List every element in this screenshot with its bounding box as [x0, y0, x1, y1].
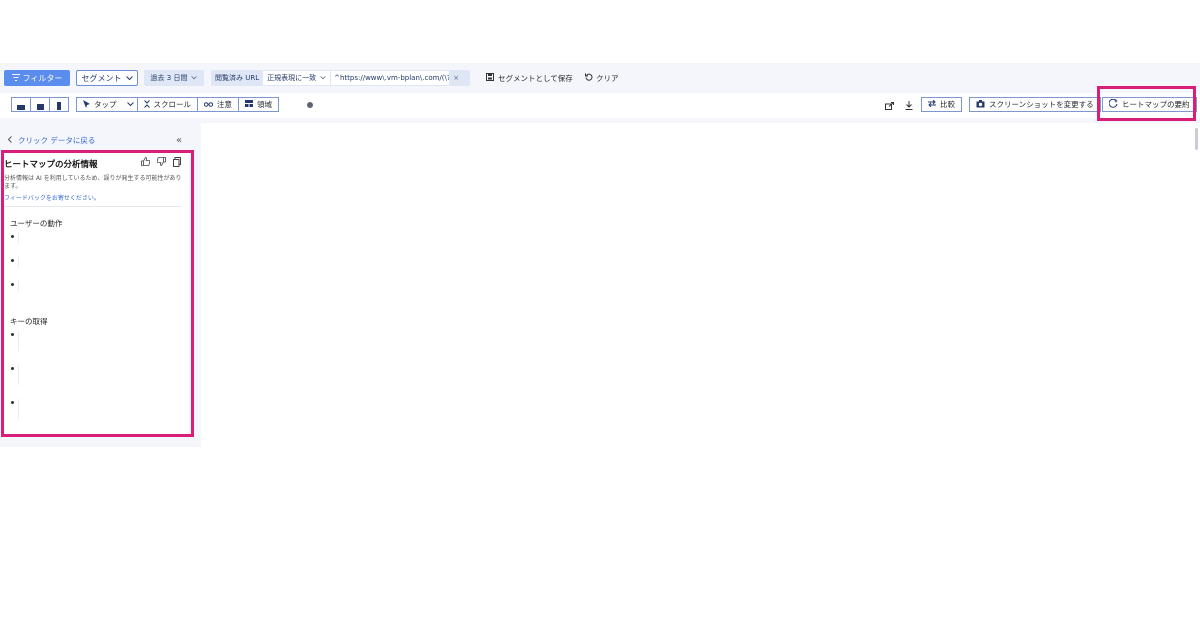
grid-icon: [245, 100, 253, 109]
segment-label: セグメント: [81, 73, 122, 83]
compare-icon: [928, 99, 936, 109]
back-to-click-data-label: クリック データに戻る: [18, 136, 96, 145]
annotation-highlight-summary: [1097, 86, 1196, 121]
chevron-left-icon: [7, 136, 12, 145]
scroll-icon: [143, 99, 150, 110]
chevron-down-icon: [125, 74, 133, 83]
save-icon: [486, 73, 494, 83]
chevron-down-icon: [320, 74, 326, 82]
heatmap-mode-group: タップ スクロール 注意 領域: [76, 97, 279, 112]
cursor-icon: [83, 99, 90, 110]
heatmap-canvas[interactable]: [201, 123, 1200, 447]
filter-bar: フィルター セグメント 過去 3 日間 閲覧済み URL 正規表現に一致 ^ht…: [0, 63, 1200, 92]
share-icon: [885, 95, 894, 114]
mode-tap-button[interactable]: タップ: [76, 97, 138, 112]
device-tablet-button[interactable]: [30, 97, 50, 112]
desktop-icon: [17, 95, 25, 114]
clear-label: クリア: [596, 73, 619, 83]
clear-button[interactable]: クリア: [585, 70, 619, 86]
device-mobile-button[interactable]: [49, 97, 69, 112]
chevron-down-icon: [191, 74, 198, 82]
device-toggle-group: [11, 97, 69, 112]
back-to-click-data-link[interactable]: クリック データに戻る: [7, 135, 96, 146]
tablet-icon: [36, 95, 44, 114]
url-filter-chip: 閲覧済み URL 正規表現に一致 ^https://www\.vm-bplan\…: [211, 70, 470, 86]
collapse-panel-button[interactable]: «: [176, 135, 182, 146]
eyes-icon: [203, 100, 214, 109]
camera-icon: [976, 99, 985, 110]
url-filter-value[interactable]: ^https://www\.vm-bplan\.com/(\?.*)?$: [331, 71, 450, 85]
compare-label: 比較: [940, 100, 955, 109]
url-filter-operator[interactable]: 正規表現に一致: [263, 71, 332, 85]
download-button[interactable]: [905, 97, 913, 112]
save-segment-button[interactable]: セグメントとして保存: [486, 70, 573, 86]
save-segment-label: セグメントとして保存: [498, 73, 573, 83]
mode-attention-label: 注意: [217, 100, 232, 109]
mobile-icon: [57, 95, 61, 114]
change-screenshot-button[interactable]: スクリーンショットを変更する: [969, 97, 1101, 112]
chevron-down-icon[interactable]: [126, 100, 134, 109]
heatmap-toolbar: タップ スクロール 注意 領域 比較 スクリーンショットを変更する ヒートマップ…: [0, 93, 1200, 118]
annotation-highlight-insights: [1, 150, 194, 437]
mode-tap-label: タップ: [94, 100, 117, 109]
date-range-label: 過去 3 日間: [150, 74, 188, 82]
url-filter-operator-label: 正規表現に一致: [267, 74, 317, 82]
mode-area-button[interactable]: 領域: [238, 97, 279, 112]
url-filter-key: 閲覧済み URL: [215, 74, 260, 82]
compare-button[interactable]: 比較: [921, 97, 962, 112]
info-icon[interactable]: [307, 102, 313, 108]
share-button[interactable]: [885, 97, 894, 112]
mode-attention-button[interactable]: 注意: [197, 97, 239, 112]
download-icon: [905, 95, 913, 114]
change-screenshot-label: スクリーンショットを変更する: [989, 100, 1094, 109]
filter-button[interactable]: フィルター: [4, 70, 70, 86]
filter-button-label: フィルター: [22, 73, 63, 83]
scrollbar[interactable]: [1195, 128, 1198, 150]
filter-icon: [11, 73, 20, 83]
mode-area-label: 領域: [257, 100, 272, 109]
url-filter-remove-button[interactable]: ×: [449, 70, 463, 86]
device-desktop-button[interactable]: [11, 97, 31, 112]
mode-scroll-label: スクロール: [153, 100, 192, 109]
refresh-icon: [585, 73, 593, 83]
mode-scroll-button[interactable]: スクロール: [136, 97, 198, 112]
segment-dropdown[interactable]: セグメント: [76, 70, 138, 86]
date-range-chip[interactable]: 過去 3 日間: [144, 70, 204, 86]
